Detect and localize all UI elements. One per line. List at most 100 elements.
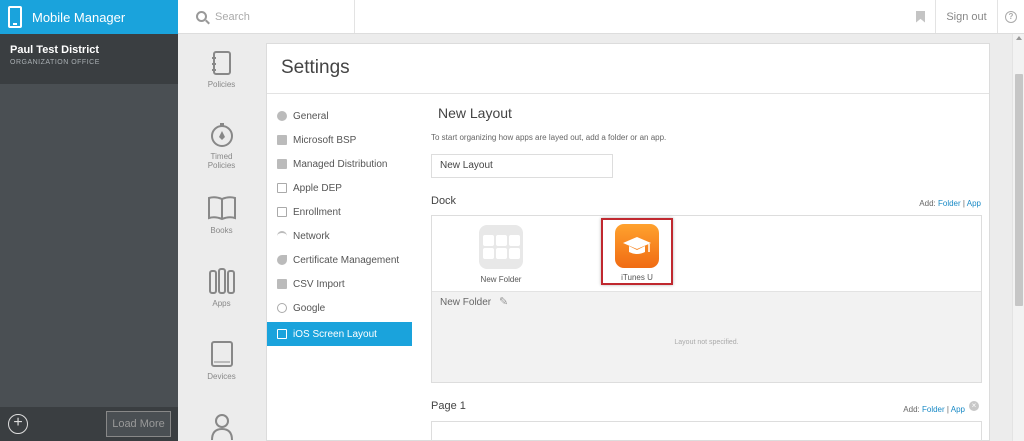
google-icon bbox=[277, 303, 287, 313]
page1-add-folder-link[interactable]: Folder bbox=[922, 405, 945, 414]
top-bar: Search Sign out ? bbox=[178, 0, 1024, 34]
settings-nav-label: iOS Screen Layout bbox=[293, 328, 377, 340]
search-input[interactable]: Search bbox=[215, 11, 250, 23]
search-box[interactable]: Search bbox=[178, 0, 355, 33]
add-label: Add: bbox=[919, 199, 936, 208]
settings-nav-google[interactable]: Google bbox=[267, 296, 412, 320]
page-title: Settings bbox=[267, 44, 989, 94]
gear-icon bbox=[277, 111, 287, 121]
folder-empty-message: Layout not specified. bbox=[674, 339, 739, 346]
dock-item-label: iTunes U bbox=[621, 273, 653, 282]
settings-nav-general[interactable]: General bbox=[267, 104, 412, 128]
settings-nav-apple-dep[interactable]: Apple DEP bbox=[267, 176, 412, 200]
settings-nav-microsoft-bsp[interactable]: Microsoft BSP bbox=[267, 128, 412, 152]
nav-policies[interactable]: Policies bbox=[178, 50, 265, 89]
dock-item-label: New Folder bbox=[480, 275, 522, 284]
settings-nav-enrollment[interactable]: Enrollment bbox=[267, 200, 412, 224]
settings-nav-certificate-management[interactable]: Certificate Management bbox=[267, 248, 412, 272]
dock-box: New Folder iTunes U New Folder ✎ Layout … bbox=[431, 215, 982, 383]
close-icon[interactable]: × bbox=[969, 401, 979, 411]
settings-nav-ios-screen-layout[interactable]: iOS Screen Layout bbox=[267, 322, 412, 346]
device-icon bbox=[277, 207, 287, 217]
organization-name: Paul Test District bbox=[10, 44, 100, 56]
settings-nav-label: Enrollment bbox=[293, 206, 341, 218]
graduation-cap-icon bbox=[615, 224, 659, 268]
settings-nav-managed-distribution[interactable]: Managed Distribution bbox=[267, 152, 412, 176]
notebook-icon bbox=[211, 51, 231, 75]
help-icon: ? bbox=[1005, 10, 1017, 23]
folder-name: New Folder bbox=[440, 297, 492, 308]
organization-header[interactable]: Paul Test District ORGANIZATION OFFICE bbox=[0, 34, 178, 84]
nav-label: Policies bbox=[207, 80, 236, 89]
settings-nav-label: Managed Distribution bbox=[293, 158, 388, 170]
sidebar-footer: + Load More bbox=[0, 407, 178, 441]
add-circle-icon[interactable]: + bbox=[8, 414, 28, 434]
settings-nav-label: Network bbox=[293, 230, 330, 242]
timer-icon bbox=[210, 123, 233, 147]
pencil-icon[interactable]: ✎ bbox=[499, 295, 508, 308]
nav-label: Timed Policies bbox=[207, 152, 236, 170]
app-title: Mobile Manager bbox=[32, 9, 126, 25]
dock-label: Dock bbox=[431, 195, 457, 207]
settings-nav-label: Microsoft BSP bbox=[293, 134, 357, 146]
nav-label: Devices bbox=[207, 372, 236, 381]
settings-nav-label: CSV Import bbox=[293, 278, 345, 290]
settings-nav-label: General bbox=[293, 110, 329, 122]
dock-row: New Folder iTunes U bbox=[432, 216, 981, 291]
page-1-box bbox=[431, 421, 982, 441]
stack-icon bbox=[277, 159, 287, 169]
wifi-icon bbox=[277, 231, 287, 241]
tablet-icon bbox=[210, 341, 233, 367]
itunes-u-app-highlight[interactable]: iTunes U bbox=[601, 218, 673, 285]
nav-books[interactable]: Books bbox=[178, 194, 265, 235]
bookmark-button[interactable] bbox=[906, 0, 936, 33]
sign-out-link[interactable]: Sign out bbox=[936, 0, 998, 33]
organization-subtitle: ORGANIZATION OFFICE bbox=[10, 59, 100, 66]
phone-icon bbox=[8, 6, 22, 28]
nav-label: Books bbox=[210, 226, 233, 235]
nav-devices[interactable]: Devices bbox=[178, 340, 265, 381]
device-icon bbox=[277, 329, 287, 339]
page-1-label: Page 1 bbox=[431, 400, 466, 412]
separator: | bbox=[962, 199, 965, 208]
settings-nav-label: Apple DEP bbox=[293, 182, 342, 194]
settings-panel: Settings General Microsoft BSP Managed D… bbox=[266, 43, 990, 441]
nav-timed-policies[interactable]: Timed Policies bbox=[178, 122, 265, 170]
scrollbar[interactable] bbox=[1012, 34, 1024, 441]
import-icon bbox=[277, 279, 287, 289]
nav-apps[interactable]: Apps bbox=[178, 267, 265, 308]
load-more-button[interactable]: Load More bbox=[106, 411, 171, 437]
page1-add-app-link[interactable]: App bbox=[951, 405, 965, 414]
user-icon bbox=[210, 414, 233, 440]
search-icon bbox=[196, 11, 207, 22]
layout-title: New Layout bbox=[438, 105, 512, 121]
layout-name-input[interactable]: New Layout bbox=[431, 154, 613, 178]
folder-icon bbox=[479, 225, 523, 269]
scrollbar-thumb[interactable] bbox=[1015, 74, 1023, 306]
nav-users[interactable] bbox=[178, 412, 265, 441]
add-label: Add: bbox=[903, 405, 920, 414]
key-icon bbox=[277, 255, 287, 265]
apps-icon bbox=[208, 268, 235, 294]
settings-nav-label: Google bbox=[293, 302, 326, 314]
settings-nav: General Microsoft BSP Managed Distributi… bbox=[267, 104, 412, 346]
bookmark-icon bbox=[916, 10, 925, 23]
folder-contents: New Folder ✎ Layout not specified. bbox=[432, 291, 981, 382]
device-icon bbox=[277, 183, 287, 193]
scroll-up-icon[interactable] bbox=[1016, 36, 1022, 40]
layout-description: To start organizing how apps are layed o… bbox=[431, 133, 667, 142]
nav-label: Apps bbox=[212, 299, 231, 308]
book-icon bbox=[207, 196, 236, 221]
dock-add-app-link[interactable]: App bbox=[967, 199, 981, 208]
help-button[interactable]: ? bbox=[998, 0, 1024, 33]
dock-add-folder-link[interactable]: Folder bbox=[938, 199, 961, 208]
separator: | bbox=[946, 405, 949, 414]
page1-add-links: Add: Folder | App bbox=[903, 405, 965, 414]
icon-nav: Policies Timed Policies Books Apps Devic… bbox=[178, 34, 265, 441]
settings-nav-label: Certificate Management bbox=[293, 254, 400, 266]
settings-nav-network[interactable]: Network bbox=[267, 224, 412, 248]
windows-icon bbox=[277, 135, 287, 145]
app-brand[interactable]: Mobile Manager bbox=[0, 0, 178, 34]
dock-folder-item[interactable]: New Folder bbox=[471, 225, 531, 284]
settings-nav-csv-import[interactable]: CSV Import bbox=[267, 272, 412, 296]
